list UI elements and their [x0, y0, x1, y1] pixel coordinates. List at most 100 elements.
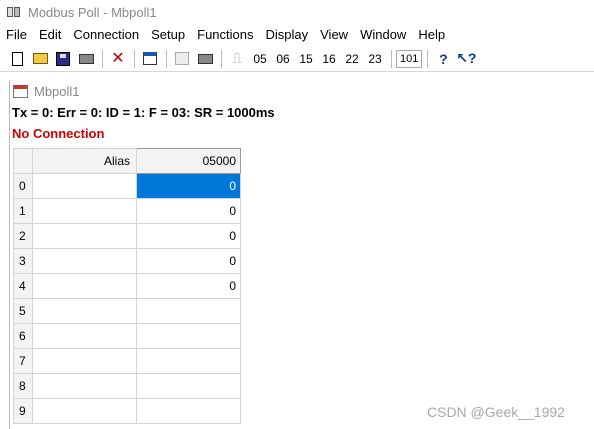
- pulse-button[interactable]: ⎍: [226, 48, 248, 70]
- table-row: 7: [13, 348, 241, 374]
- row-index[interactable]: 6: [13, 323, 33, 349]
- value-cell[interactable]: 0: [136, 273, 241, 299]
- window-title: Modbus Poll - Mbpoll1: [28, 4, 157, 20]
- disconnect-icon: [197, 53, 213, 64]
- modbus-app-icon: [6, 5, 22, 19]
- toolbar-separator: [427, 49, 429, 68]
- menu-window[interactable]: Window: [354, 25, 412, 45]
- row-index[interactable]: 8: [13, 373, 33, 399]
- open-button[interactable]: [29, 48, 51, 70]
- fc-22-button[interactable]: 22: [341, 48, 363, 70]
- child-title-bar: Mbpoll1: [10, 80, 594, 102]
- alias-cell[interactable]: [32, 373, 137, 399]
- value-cell[interactable]: 0: [136, 173, 241, 199]
- toolbar-separator: [221, 49, 222, 68]
- grid-corner: [13, 148, 33, 174]
- help-question-icon: ?: [439, 50, 448, 67]
- connection-status: No Connection: [12, 126, 105, 141]
- pulse-icon: ⎍: [232, 50, 242, 66]
- child-window: Mbpoll1 Tx = 0: Err = 0: ID = 1: F = 03:…: [9, 80, 594, 429]
- save-button[interactable]: [52, 48, 74, 70]
- delete-x-icon: ✕: [111, 49, 125, 67]
- table-row: 8: [13, 373, 241, 399]
- child-window-title: Mbpoll1: [34, 83, 80, 99]
- menu-display[interactable]: Display: [260, 25, 315, 45]
- alias-cell[interactable]: [32, 298, 137, 324]
- toolbar-separator: [134, 49, 135, 68]
- toolbar-separator: [391, 49, 392, 68]
- menu-functions[interactable]: Functions: [191, 25, 259, 45]
- count-label: 101: [396, 49, 423, 68]
- delete-button[interactable]: ✕: [107, 48, 129, 70]
- value-cell[interactable]: [136, 323, 241, 349]
- menu-view[interactable]: View: [314, 25, 354, 45]
- fc-16-button[interactable]: 16: [318, 48, 340, 70]
- menu-help[interactable]: Help: [412, 25, 451, 45]
- value-cell[interactable]: [136, 373, 241, 399]
- help-button[interactable]: ?: [432, 48, 454, 70]
- alias-cell[interactable]: [32, 348, 137, 374]
- row-index[interactable]: 3: [13, 248, 33, 274]
- toolbar: ✕ ⎍ 05 06 15 16 22 23 101 ? ↖?: [0, 46, 594, 72]
- title-bar: Modbus Poll - Mbpoll1: [0, 0, 594, 24]
- connect-button[interactable]: [171, 48, 193, 70]
- row-index[interactable]: 7: [13, 348, 33, 374]
- context-help-icon: ↖?: [456, 50, 477, 66]
- window-button[interactable]: [139, 48, 161, 70]
- row-index[interactable]: 2: [13, 223, 33, 249]
- fc-06-button[interactable]: 06: [272, 48, 294, 70]
- open-folder-icon: [32, 53, 48, 64]
- menu-file[interactable]: File: [0, 25, 33, 45]
- new-button[interactable]: [6, 48, 28, 70]
- alias-cell[interactable]: [32, 223, 137, 249]
- alias-cell[interactable]: [32, 248, 137, 274]
- count-button[interactable]: 101: [396, 48, 423, 70]
- row-index[interactable]: 0: [13, 173, 33, 199]
- print-button[interactable]: [75, 48, 97, 70]
- save-disk-icon: [56, 51, 70, 66]
- window-icon: [143, 52, 157, 65]
- grid-header-row: Alias 05000: [13, 148, 241, 174]
- alias-cell[interactable]: [32, 198, 137, 224]
- alias-cell[interactable]: [32, 273, 137, 299]
- row-index[interactable]: 5: [13, 298, 33, 324]
- menu-edit[interactable]: Edit: [33, 25, 67, 45]
- row-index[interactable]: 9: [13, 398, 33, 424]
- toolbar-separator: [166, 49, 167, 68]
- table-row: 20: [13, 223, 241, 249]
- fc-23-button[interactable]: 23: [364, 48, 386, 70]
- table-row: 00: [13, 173, 241, 199]
- context-help-button[interactable]: ↖?: [455, 48, 477, 70]
- document-window-icon: [13, 84, 28, 98]
- fc-05-button[interactable]: 05: [249, 48, 271, 70]
- row-index[interactable]: 4: [13, 273, 33, 299]
- fc-15-button[interactable]: 15: [295, 48, 317, 70]
- column-header-alias[interactable]: Alias: [32, 148, 137, 174]
- value-cell[interactable]: [136, 298, 241, 324]
- alias-cell[interactable]: [32, 398, 137, 424]
- value-cell[interactable]: [136, 348, 241, 374]
- table-row: 40: [13, 273, 241, 299]
- column-header-address[interactable]: 05000: [136, 148, 241, 174]
- menu-setup[interactable]: Setup: [145, 25, 191, 45]
- grid-body: 001020304056789: [13, 173, 241, 424]
- poll-status-line: Tx = 0: Err = 0: ID = 1: F = 03: SR = 10…: [12, 105, 275, 120]
- printer-icon: [78, 53, 94, 64]
- watermark: CSDN @Geek__1992: [427, 404, 565, 420]
- menu-connection[interactable]: Connection: [67, 25, 145, 45]
- alias-cell[interactable]: [32, 173, 137, 199]
- register-grid: Alias 05000 001020304056789: [13, 148, 241, 424]
- value-cell[interactable]: [136, 398, 241, 424]
- value-cell[interactable]: 0: [136, 198, 241, 224]
- disconnect-button[interactable]: [194, 48, 216, 70]
- alias-cell[interactable]: [32, 323, 137, 349]
- value-cell[interactable]: 0: [136, 248, 241, 274]
- new-document-icon: [11, 51, 23, 66]
- table-row: 30: [13, 248, 241, 274]
- table-row: 6: [13, 323, 241, 349]
- table-row: 10: [13, 198, 241, 224]
- row-index[interactable]: 1: [13, 198, 33, 224]
- menu-bar: File Edit Connection Setup Functions Dis…: [0, 25, 594, 45]
- value-cell[interactable]: 0: [136, 223, 241, 249]
- toolbar-separator: [102, 49, 103, 68]
